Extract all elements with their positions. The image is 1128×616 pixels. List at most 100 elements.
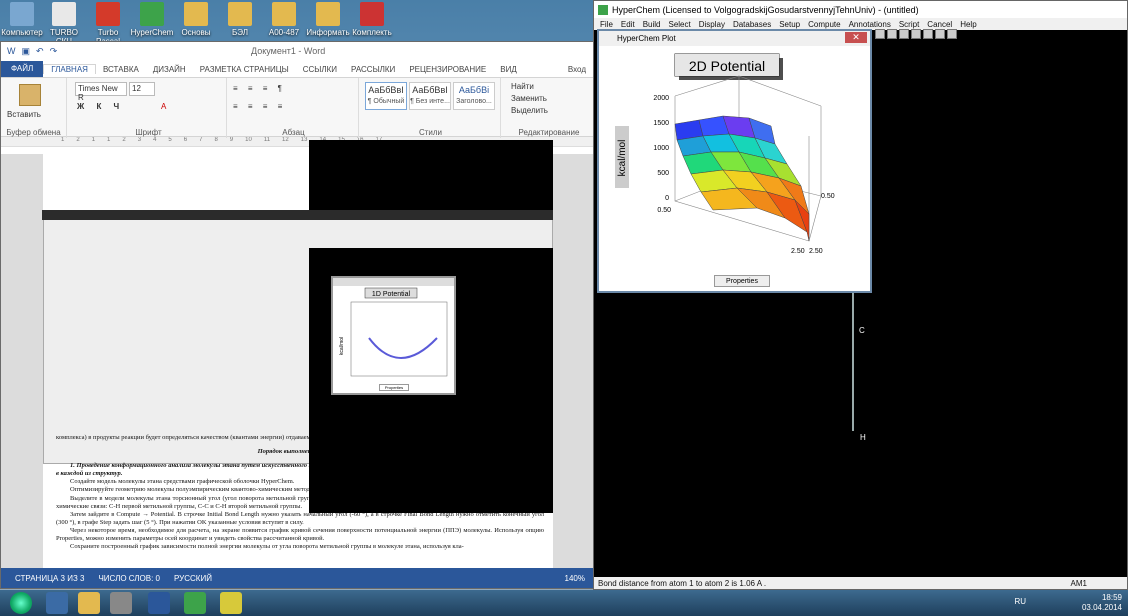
menu-item[interactable]: Edit bbox=[621, 20, 635, 29]
tool-icon[interactable] bbox=[911, 29, 921, 39]
align-icons[interactable]: ≡ ≡ ≡ ≡ bbox=[233, 102, 286, 111]
group-label: Редактирование bbox=[518, 128, 580, 137]
clock-date[interactable]: 03.04.2014 bbox=[1082, 603, 1122, 613]
find-button[interactable]: Найти bbox=[511, 82, 534, 91]
desktop-icon-label: HyperChem bbox=[130, 28, 174, 37]
desktop-icon-image bbox=[360, 2, 384, 26]
menu-item[interactable]: Setup bbox=[779, 20, 800, 29]
ruler-mark: 1 bbox=[107, 137, 111, 143]
ribbon-tabs: ФАЙЛ ГЛАВНАЯ ВСТАВКА ДИЗАЙН РАЗМЕТКА СТР… bbox=[1, 61, 593, 77]
small-plot-titlebar bbox=[333, 278, 454, 286]
media-icon[interactable] bbox=[110, 592, 132, 614]
z-tick: 0 bbox=[665, 195, 669, 202]
desktop-icon[interactable]: Turbo Pascal bbox=[86, 2, 130, 46]
paste-icon[interactable] bbox=[19, 84, 41, 106]
tab-insert[interactable]: ВСТАВКА bbox=[96, 65, 146, 74]
style-heading[interactable]: АаБбВі Заголово... bbox=[453, 82, 495, 110]
menu-item[interactable]: Display bbox=[699, 20, 725, 29]
save-icon[interactable]: ▣ bbox=[22, 46, 31, 57]
menu-item[interactable]: Script bbox=[899, 20, 919, 29]
hyperchem-toolbar bbox=[875, 29, 957, 39]
menu-item[interactable]: Select bbox=[668, 20, 690, 29]
menu-item[interactable]: Help bbox=[960, 20, 976, 29]
signin-link[interactable]: Вход bbox=[561, 65, 593, 74]
tab-review[interactable]: РЕЦЕНЗИРОВАНИЕ bbox=[402, 65, 493, 74]
desktop-icon[interactable]: Основы bbox=[174, 2, 218, 37]
tab-references[interactable]: ССЫЛКИ bbox=[296, 65, 344, 74]
desktop-icon[interactable]: Информать bbox=[306, 2, 350, 37]
small-plot-frame bbox=[350, 301, 448, 377]
plot-window[interactable]: HyperChem Plot ✕ 2D Potential kcal/mol 20… bbox=[597, 29, 872, 293]
embedded-1d-plot: 1D Potential kcal/mol Properties bbox=[331, 276, 456, 395]
clock-time[interactable]: 18:59 bbox=[1082, 593, 1122, 603]
tool-icon[interactable] bbox=[899, 29, 909, 39]
properties-button[interactable]: Properties bbox=[714, 275, 770, 287]
desktop-icon[interactable]: HyperChem bbox=[130, 2, 174, 37]
small-plot-ylabel: kcal/mol bbox=[339, 337, 345, 355]
replace-button[interactable]: Заменить bbox=[511, 94, 547, 103]
zoom-level[interactable]: 140% bbox=[565, 574, 585, 583]
ie-icon[interactable] bbox=[46, 592, 68, 614]
paragraph: Затем зайдите в Compute → Potential. В с… bbox=[56, 510, 544, 526]
tab-home[interactable]: ГЛАВНАЯ bbox=[43, 64, 96, 74]
word-taskbar-icon[interactable] bbox=[148, 592, 170, 614]
atom-taskbar-icon[interactable] bbox=[220, 592, 242, 614]
status-language[interactable]: РУССКИЙ bbox=[174, 574, 212, 583]
ruler-mark: 6 bbox=[183, 137, 188, 143]
explorer-icon[interactable] bbox=[78, 592, 100, 614]
method-label: AM1 bbox=[1070, 578, 1087, 588]
menu-item[interactable]: File bbox=[600, 20, 613, 29]
tab-layout[interactable]: РАЗМЕТКА СТРАНИЦЫ bbox=[193, 65, 296, 74]
desktop-icon-image bbox=[96, 2, 120, 26]
tab-view[interactable]: ВИД bbox=[493, 65, 524, 74]
plot-title: 2D Potential bbox=[689, 58, 765, 74]
z-tick: 1000 bbox=[653, 145, 669, 152]
plot-window-title: HyperChem Plot bbox=[617, 34, 676, 43]
ruler-mark: 13 bbox=[300, 137, 308, 143]
z-tick: 2000 bbox=[653, 95, 669, 102]
desktop-icon[interactable]: Комплекть bbox=[350, 2, 394, 37]
tool-icon[interactable] bbox=[935, 29, 945, 39]
menu-item[interactable]: Databases bbox=[733, 20, 771, 29]
z-tick: 500 bbox=[657, 170, 669, 177]
menu-item[interactable]: Compute bbox=[808, 20, 840, 29]
language-indicator[interactable]: RU bbox=[1014, 597, 1026, 607]
paste-button[interactable]: Вставить bbox=[7, 110, 41, 119]
atom-label-c: C bbox=[859, 326, 865, 335]
status-page[interactable]: СТРАНИЦА 3 ИЗ 3 bbox=[15, 574, 84, 583]
hyperchem-taskbar-icon[interactable] bbox=[184, 592, 206, 614]
desktop-icon[interactable]: А00-487 bbox=[262, 2, 306, 37]
tool-icon[interactable] bbox=[875, 29, 885, 39]
tab-file[interactable]: ФАЙЛ bbox=[1, 61, 44, 77]
tool-icon[interactable] bbox=[947, 29, 957, 39]
list-icons[interactable]: ≡ ≡ ≡ ¶ bbox=[233, 84, 286, 93]
tool-icon[interactable] bbox=[887, 29, 897, 39]
desktop-icon[interactable]: Компьютер bbox=[0, 2, 44, 37]
tool-icon[interactable] bbox=[923, 29, 933, 39]
font-name-box[interactable]: Times New R bbox=[75, 82, 127, 102]
redo-icon[interactable]: ↷ bbox=[50, 46, 58, 57]
desktop-icon[interactable]: TURBO СКЦ bbox=[42, 2, 86, 46]
start-button[interactable] bbox=[10, 592, 32, 614]
tab-mailings[interactable]: РАССЫЛКИ bbox=[344, 65, 402, 74]
style-no-spacing[interactable]: АаБбВвІ ¶ Без инте... bbox=[409, 82, 451, 110]
select-button[interactable]: Выделить bbox=[511, 106, 548, 115]
ruler-mark: 2 bbox=[76, 137, 80, 143]
desktop-icon[interactable]: БЭЛ bbox=[218, 2, 262, 37]
status-words[interactable]: ЧИСЛО СЛОВ: 0 bbox=[98, 574, 160, 583]
font-format-buttons[interactable]: Ж К Ч bbox=[77, 102, 124, 111]
font-color-icon[interactable]: A bbox=[161, 102, 166, 111]
group-label: Стили bbox=[418, 128, 443, 137]
y-tick: 2.50 bbox=[809, 248, 823, 255]
close-icon[interactable]: ✕ bbox=[845, 32, 867, 43]
tab-design[interactable]: ДИЗАЙН bbox=[146, 65, 193, 74]
group-font: Times New R 12 Ж К Ч A Шрифт bbox=[71, 78, 227, 138]
embedded-separator bbox=[42, 210, 553, 220]
style-normal[interactable]: АаБбВвІ ¶ Обычный bbox=[365, 82, 407, 110]
undo-icon[interactable]: ↶ bbox=[36, 46, 44, 57]
menu-item[interactable]: Build bbox=[643, 20, 661, 29]
menu-item[interactable]: Annotations bbox=[849, 20, 891, 29]
menu-item[interactable]: Cancel bbox=[927, 20, 952, 29]
font-size-box[interactable]: 12 bbox=[129, 82, 155, 96]
ruler-mark: 11 bbox=[263, 137, 271, 143]
